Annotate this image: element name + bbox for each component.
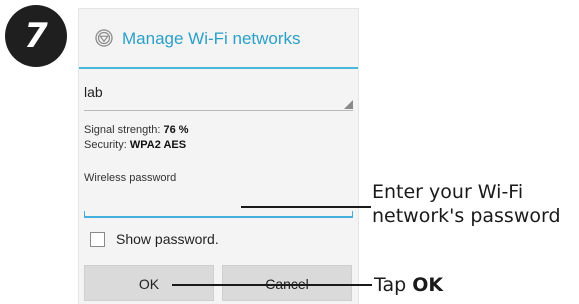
ok-callout-line (172, 284, 372, 286)
wifi-icon (95, 29, 113, 47)
network-select[interactable]: lab (84, 81, 353, 111)
password-label: Wireless password (84, 172, 177, 184)
ok-button[interactable]: OK (84, 265, 214, 301)
dialog-header: Manage Wi-Fi networks (79, 9, 358, 67)
manage-wifi-dialog: Manage Wi-Fi networks lab Signal strengt… (79, 9, 358, 304)
password-callout-line2: network's password (372, 205, 561, 227)
security-label: Security: (84, 139, 127, 151)
step-number-badge: 7 (5, 5, 67, 67)
password-field-edge-right (352, 211, 353, 217)
security-value: WPA2 AES (129, 139, 187, 151)
dropdown-corner-icon (344, 100, 353, 109)
ok-callout-bold: OK (412, 274, 444, 296)
dialog-title: Manage Wi-Fi networks (122, 29, 301, 48)
network-select-value: lab (84, 84, 103, 100)
header-divider (79, 67, 358, 69)
signal-strength-value: 76 % (163, 124, 189, 136)
signal-strength-row: Signal strength: 76 % (84, 124, 189, 136)
security-row: Security: WPA2 AES (84, 139, 186, 151)
select-underline (84, 110, 353, 111)
password-callout-line1: Enter your Wi-Fi (372, 181, 524, 203)
ok-callout-prefix: Tap (374, 274, 407, 296)
password-field-underline (84, 216, 353, 218)
signal-strength-label: Signal strength: (84, 124, 161, 136)
password-callout-line (241, 206, 371, 208)
password-callout-text: Enter your Wi-Fi network's password (372, 180, 561, 228)
ok-callout-text: Tap OK (374, 273, 443, 297)
cancel-button[interactable]: Cancel (222, 265, 352, 301)
show-password-label[interactable]: Show password. (116, 231, 219, 247)
show-password-checkbox[interactable] (90, 232, 105, 247)
